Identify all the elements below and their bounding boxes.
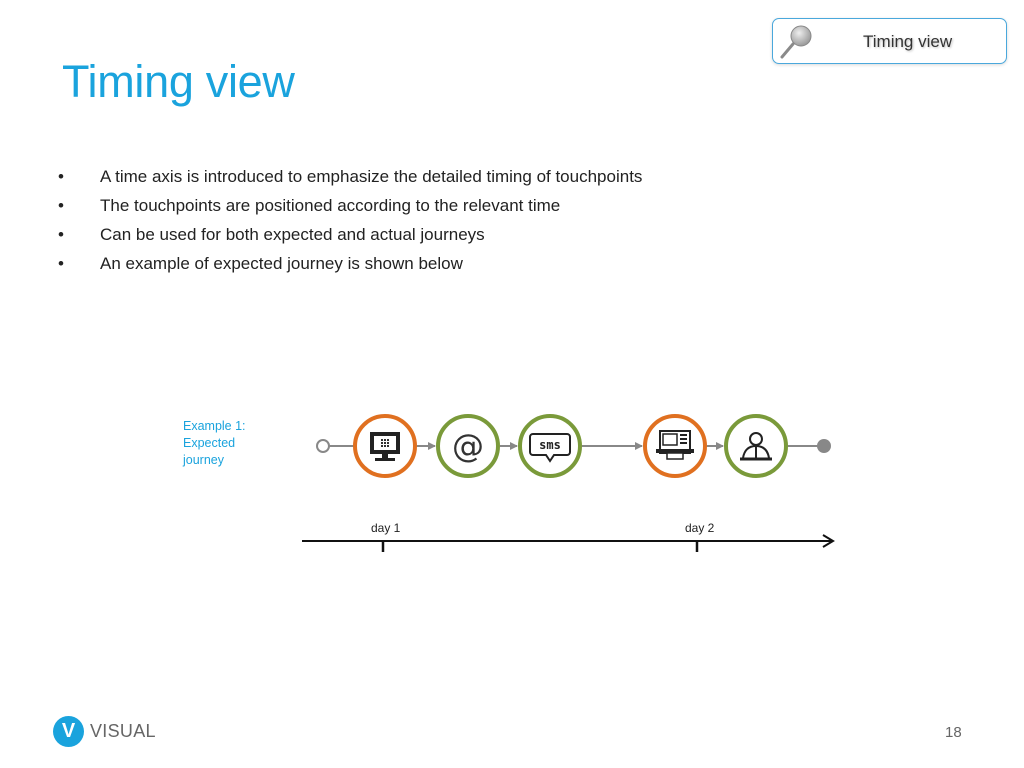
end-node [817,439,831,453]
logo-circle-icon: V [53,716,84,747]
tick-label-day1: day 1 [371,521,401,535]
touchpoint-email: @ [436,414,500,478]
time-axis [302,534,835,552]
tick-label-day2: day 2 [685,521,715,535]
page-number: 18 [945,724,962,741]
touchpoint-agent [724,414,788,478]
touchpoint-computer [353,414,417,478]
start-node [316,439,330,453]
sms-text: sms [539,438,561,452]
journey-diagram: @ sms [302,414,835,552]
at-sign-icon: @ [452,427,484,465]
logo-text: VISUAL [90,721,156,741]
touchpoint-atm [643,414,707,478]
touchpoint-sms: sms [518,414,582,478]
